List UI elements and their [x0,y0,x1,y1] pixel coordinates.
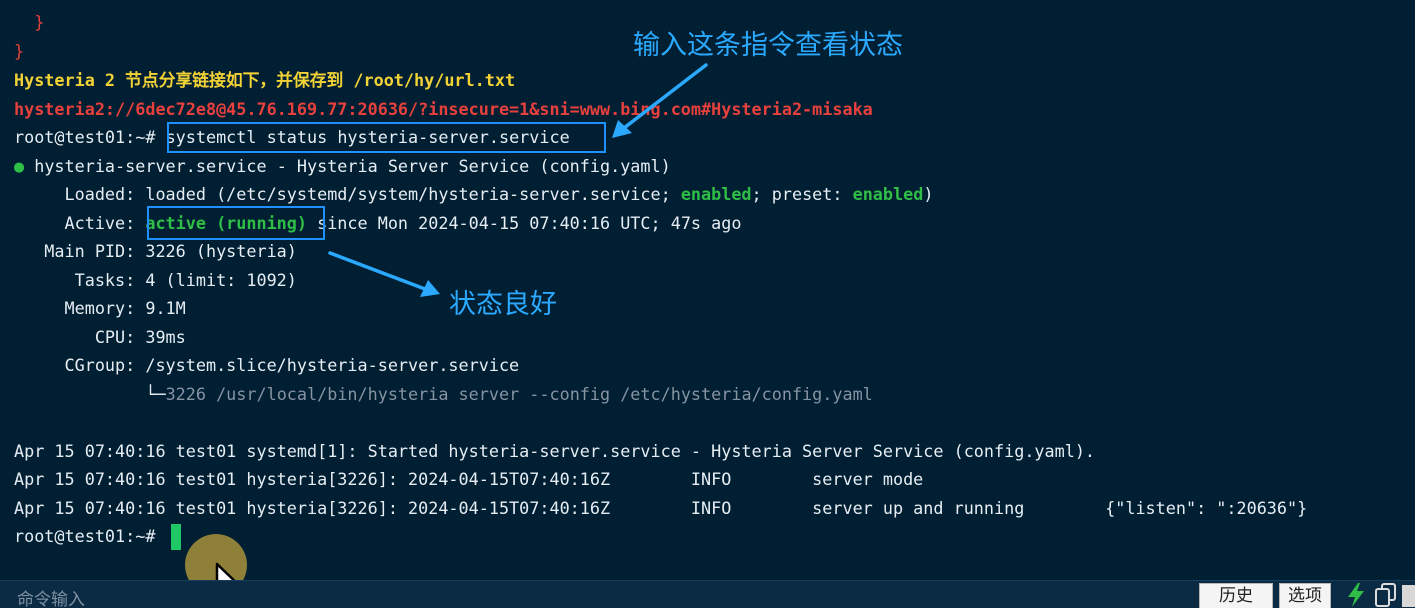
annotation-arrows [328,63,708,297]
command-input[interactable]: 命令输入 [17,585,85,608]
command-arrow [622,63,708,130]
history-button[interactable]: 历史 [1199,583,1273,608]
command-input-bar: 命令输入 历史 选项 [0,580,1415,608]
panel-toggle-icon[interactable] [1402,585,1415,607]
options-button[interactable]: 选项 [1279,583,1331,608]
terminal-output[interactable]: } } Hysteria 2 节点分享链接如下，并保存到 /root/hy/ur… [0,0,1415,608]
bolt-icon[interactable] [1345,582,1367,608]
status-arrow [328,251,427,291]
copy-icon[interactable] [1374,582,1398,608]
